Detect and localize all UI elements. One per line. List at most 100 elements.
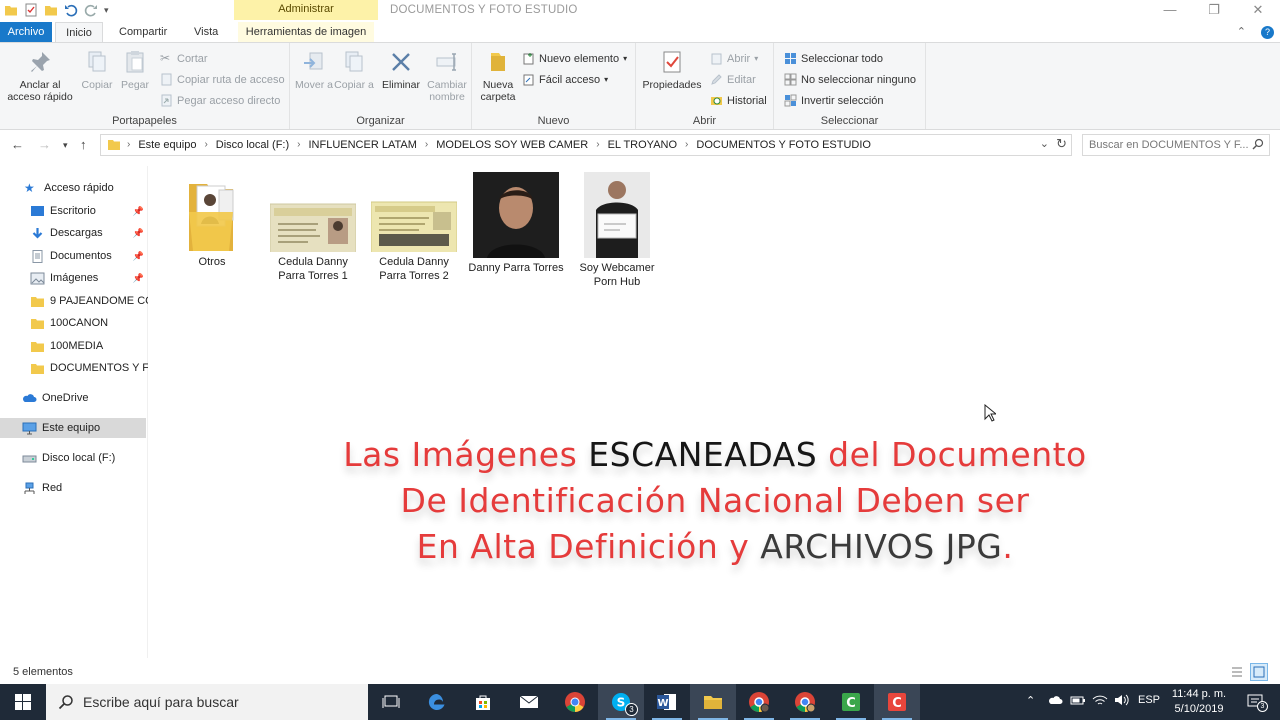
task-view-icon[interactable] xyxy=(368,684,414,720)
wifi-icon[interactable] xyxy=(1092,694,1108,709)
nav-folder-100canon[interactable]: 100CANON xyxy=(30,313,148,333)
tab-inicio[interactable]: Inicio xyxy=(55,22,103,42)
file-item-cedula-2[interactable]: Cedula Danny Parra Torres 2 xyxy=(366,172,462,283)
open-button[interactable]: Abrir ▾ xyxy=(710,52,758,65)
store-icon[interactable] xyxy=(460,684,506,720)
action-center-icon[interactable]: 3 xyxy=(1246,693,1268,712)
file-view: Otros Cedula Danny Parra Torres 1 Cedula… xyxy=(150,166,1280,658)
nav-escritorio[interactable]: Escritorio 📌 xyxy=(30,201,148,221)
copy-path-button[interactable]: Copiar ruta de acceso xyxy=(160,73,285,86)
tab-compartir[interactable]: Compartir xyxy=(119,22,167,42)
clock[interactable]: 11:44 p. m. 5/10/2019 xyxy=(1164,687,1234,717)
breadcrumb-separator-icon: › xyxy=(596,139,600,150)
chrome-profile-icon[interactable] xyxy=(736,684,782,720)
svg-text:C: C xyxy=(846,696,856,711)
up-arrow-icon[interactable]: ↑ xyxy=(80,137,87,152)
camtasia-green-icon[interactable]: C xyxy=(828,684,874,720)
recent-locations-chevron-icon[interactable]: ▾ xyxy=(63,140,68,151)
back-arrow-icon[interactable]: ← xyxy=(11,137,24,152)
tab-herramientas-imagen[interactable]: Herramientas de imagen xyxy=(238,22,374,42)
crumb-modelos[interactable]: MODELOS SOY WEB CAMER xyxy=(436,139,588,151)
nav-descargas[interactable]: Descargas 📌 xyxy=(30,223,148,243)
start-button[interactable] xyxy=(0,684,46,720)
paste-shortcut-button[interactable]: Pegar acceso directo xyxy=(160,94,280,107)
tab-archivo[interactable]: Archivo xyxy=(0,22,52,42)
chrome-icon[interactable] xyxy=(552,684,598,720)
onedrive-cloud-icon[interactable] xyxy=(1048,694,1064,709)
help-icon[interactable]: ? xyxy=(1261,26,1274,39)
nav-folder-100media[interactable]: 100MEDIA xyxy=(30,336,148,356)
cut-button[interactable]: ✂ Cortar xyxy=(160,52,208,65)
paste-button[interactable]: Pegar xyxy=(118,49,152,91)
properties-button[interactable]: Propiedades xyxy=(640,49,704,91)
large-icons-view-icon[interactable] xyxy=(1250,663,1268,681)
show-hidden-icons-chevron-icon[interactable]: ⌃ xyxy=(1026,694,1035,707)
chrome-profile-2-icon[interactable] xyxy=(782,684,828,720)
battery-icon[interactable] xyxy=(1070,694,1086,709)
new-item-button[interactable]: Nuevo elemento ▾ xyxy=(522,52,627,65)
maximize-button[interactable]: ❐ xyxy=(1192,0,1236,22)
image-thumbnail-icon xyxy=(473,172,559,258)
easy-access-button[interactable]: Fácil acceso ▾ xyxy=(522,73,608,86)
new-folder-button[interactable]: Nueva carpeta xyxy=(476,49,520,103)
copy-button[interactable]: Copiar xyxy=(78,49,116,91)
crumb-este-equipo[interactable]: Este equipo xyxy=(138,139,196,151)
redo-icon[interactable] xyxy=(84,3,98,17)
crumb-documentos[interactable]: DOCUMENTOS Y FOTO ESTUDIO xyxy=(696,139,871,151)
address-dropdown-chevron-icon[interactable]: ⌄ xyxy=(1040,137,1049,150)
file-item-danny-parra[interactable]: Danny Parra Torres xyxy=(468,172,564,275)
crumb-influencer-latam[interactable]: INFLUENCER LATAM xyxy=(308,139,416,151)
nav-folder-9-pajeandome[interactable]: 9 PAJEANDOME CC xyxy=(30,291,148,311)
nav-onedrive[interactable]: OneDrive xyxy=(22,388,148,408)
volume-icon[interactable] xyxy=(1114,694,1130,709)
search-input[interactable] xyxy=(1089,136,1249,154)
search-icon[interactable] xyxy=(1252,138,1264,150)
select-all-button[interactable]: Seleccionar todo xyxy=(784,52,883,65)
language-indicator[interactable]: ESP xyxy=(1138,694,1160,706)
file-name: Danny Parra Torres xyxy=(468,262,564,274)
nav-folder-documentos-foto[interactable]: DOCUMENTOS Y FC xyxy=(30,358,148,378)
properties-icon[interactable] xyxy=(24,3,38,17)
nav-acceso-rapido[interactable]: ★ Acceso rápido xyxy=(24,178,148,198)
refresh-icon[interactable]: ↻ xyxy=(1056,136,1067,152)
search-box[interactable] xyxy=(1082,134,1270,156)
camtasia-recorder-icon[interactable]: C xyxy=(874,684,920,720)
edge-browser-icon[interactable] xyxy=(414,684,460,720)
nav-red[interactable]: Red xyxy=(22,478,148,498)
new-folder-icon[interactable] xyxy=(44,3,58,17)
move-to-button[interactable]: Mover a xyxy=(294,49,334,91)
nav-disco-local[interactable]: Disco local (F:) xyxy=(22,448,148,468)
edit-label: Editar xyxy=(727,73,756,86)
taskbar-search[interactable]: Escribe aquí para buscar xyxy=(46,684,368,720)
close-button[interactable]: ✕ xyxy=(1236,0,1280,22)
details-view-icon[interactable] xyxy=(1228,663,1246,681)
file-item-otros[interactable]: Otros xyxy=(164,172,260,269)
folder-icon[interactable] xyxy=(4,3,18,17)
mail-icon[interactable] xyxy=(506,684,552,720)
edit-button[interactable]: Editar xyxy=(710,73,756,86)
minimize-button[interactable]: — xyxy=(1148,0,1192,22)
undo-icon[interactable] xyxy=(64,3,78,17)
select-none-button[interactable]: No seleccionar ninguno xyxy=(784,73,916,86)
tab-vista[interactable]: Vista xyxy=(194,22,218,42)
collapse-ribbon-chevron-icon[interactable]: ⌃ xyxy=(1237,26,1246,38)
skype-icon[interactable]: S 3 xyxy=(598,684,644,720)
invert-selection-button[interactable]: Invertir selección xyxy=(784,94,884,107)
history-button[interactable]: Historial xyxy=(710,94,767,107)
forward-arrow-icon[interactable]: → xyxy=(38,137,51,152)
word-icon[interactable]: W xyxy=(644,684,690,720)
customize-toolbar-chevron-icon[interactable]: ▾ xyxy=(104,5,109,16)
copy-to-button[interactable]: Copiar a xyxy=(334,49,374,91)
delete-button[interactable]: Eliminar xyxy=(378,49,424,91)
file-item-soy-webcamer[interactable]: Soy Webcamer Porn Hub xyxy=(569,172,665,289)
nav-documentos[interactable]: Documentos 📌 xyxy=(30,246,148,266)
address-bar[interactable]: › Este equipo › Disco local (F:) › INFLU… xyxy=(100,134,1072,156)
nav-imagenes[interactable]: Imágenes 📌 xyxy=(30,268,148,288)
nav-este-equipo[interactable]: Este equipo xyxy=(0,418,146,438)
crumb-el-troyano[interactable]: EL TROYANO xyxy=(608,139,677,151)
crumb-disco-local[interactable]: Disco local (F:) xyxy=(216,139,289,151)
pin-quick-access-button[interactable]: Anclar al acceso rápido xyxy=(4,49,76,103)
rename-button[interactable]: Cambiar nombre xyxy=(424,49,470,103)
file-explorer-icon[interactable] xyxy=(690,684,736,720)
file-item-cedula-1[interactable]: Cedula Danny Parra Torres 1 xyxy=(265,172,361,283)
